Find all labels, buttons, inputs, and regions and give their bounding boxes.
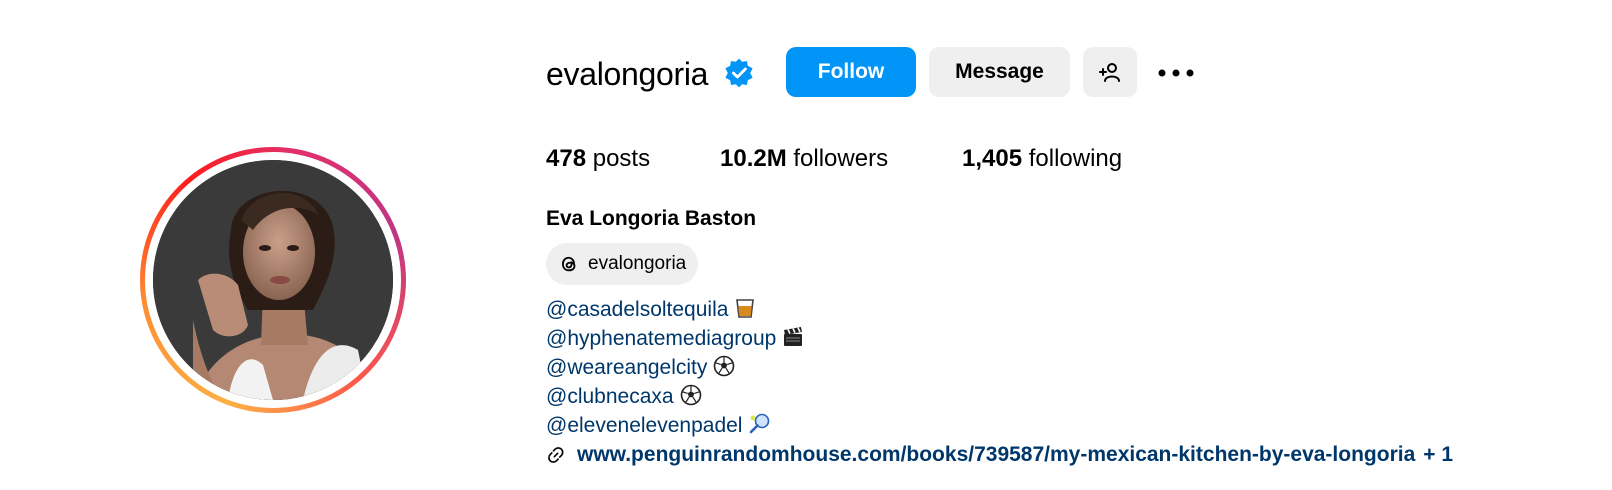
bio-mention-link[interactable]: @weareangelcity xyxy=(546,356,707,379)
threads-profile-badge[interactable]: evalongoria xyxy=(546,243,698,285)
padel-racket-icon xyxy=(750,413,770,434)
profile-full-name: Eva Longoria Baston xyxy=(546,207,757,230)
tumbler-glass-icon xyxy=(736,299,755,318)
bio-line: @elevenelevenpadel xyxy=(546,411,804,440)
following-label: following xyxy=(1028,145,1123,172)
suggested-accounts-button[interactable] xyxy=(1083,47,1137,97)
clapper-board-icon xyxy=(784,327,803,346)
posts-label: posts xyxy=(592,145,651,172)
profile-bio: @casadelsoltequila @hyphenatemediagroup … xyxy=(546,295,804,440)
bio-line: @weareangelcity xyxy=(546,353,804,382)
threads-icon xyxy=(562,256,576,272)
soccer-ball-icon xyxy=(714,355,735,377)
bio-line: @hyphenatemediagroup xyxy=(546,324,804,353)
following-count: 1,405 xyxy=(962,145,1023,172)
bio-mention-link[interactable]: @clubnecaxa xyxy=(546,385,674,408)
external-link-row[interactable]: www.penguinrandomhouse.com/books/739587/… xyxy=(546,440,1453,470)
profile-avatar[interactable] xyxy=(153,160,393,400)
avatar-portrait-image xyxy=(153,160,393,400)
add-person-icon xyxy=(1099,63,1120,82)
followers-stat[interactable]: 10.2M followers xyxy=(720,142,888,176)
following-stat[interactable]: 1,405 following xyxy=(962,142,1122,176)
posts-stat: 478 posts xyxy=(546,142,650,176)
additional-links-count[interactable]: + 1 xyxy=(1423,443,1453,467)
more-options-icon xyxy=(1158,69,1194,77)
bio-mention-link[interactable]: @hyphenatemediagroup xyxy=(546,327,776,350)
soccer-ball-icon xyxy=(680,384,701,406)
profile-avatar-ring[interactable] xyxy=(140,147,406,413)
posts-count: 478 xyxy=(546,145,587,172)
verified-badge-icon xyxy=(725,58,753,88)
bio-mention-link[interactable]: @elevenelevenpadel xyxy=(546,414,742,437)
external-link[interactable]: www.penguinrandomhouse.com/books/739587/… xyxy=(577,443,1415,467)
message-button[interactable]: Message xyxy=(929,47,1070,97)
bio-mention-link[interactable]: @casadelsoltequila xyxy=(546,298,728,321)
bio-line: @clubnecaxa xyxy=(546,382,804,411)
more-options-button[interactable] xyxy=(1156,60,1196,86)
followers-count: 10.2M xyxy=(720,145,787,172)
bio-line: @casadelsoltequila xyxy=(546,295,804,324)
profile-username: evalongoria xyxy=(546,56,709,92)
threads-handle: evalongoria xyxy=(588,253,687,274)
followers-label: followers xyxy=(793,145,889,172)
follow-button[interactable]: Follow xyxy=(786,47,916,97)
link-icon xyxy=(548,447,564,463)
